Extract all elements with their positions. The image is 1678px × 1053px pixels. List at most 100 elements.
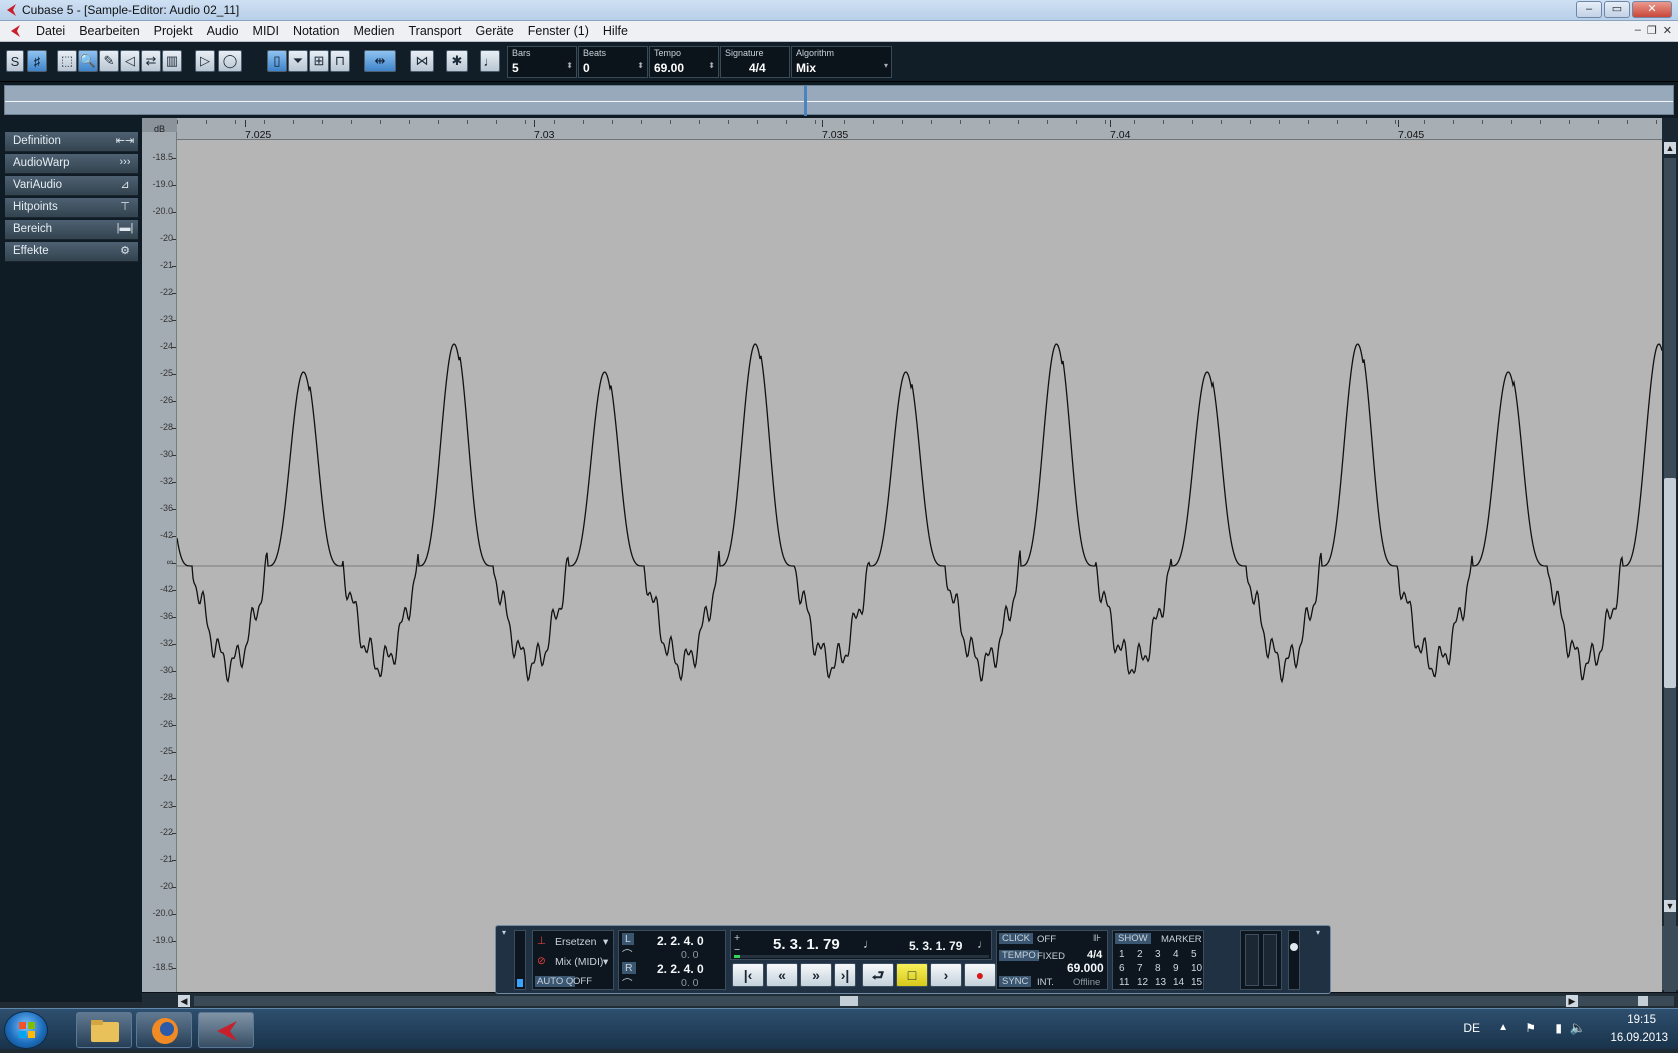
inspector-section-5[interactable]: Effekte ⚙ [5, 242, 138, 262]
record-button[interactable]: ● [964, 963, 996, 987]
marker-button[interactable]: 8 [1155, 963, 1161, 974]
marker-button[interactable]: 4 [1173, 949, 1179, 960]
close-button[interactable]: ✕ [1632, 1, 1672, 18]
beats-spinner-icon[interactable]: ⬍ [637, 61, 644, 70]
maximize-button[interactable]: ▭ [1604, 1, 1630, 18]
right-locator-icon[interactable]: R [622, 962, 636, 974]
right-locator-value[interactable]: 2. 2. 4. 0 [657, 962, 704, 976]
transport-collapse-right-icon[interactable]: ▾ [1316, 928, 1320, 937]
position-slider[interactable] [734, 955, 989, 958]
marker-button[interactable]: 9 [1173, 963, 1179, 974]
tempo-spinner-icon[interactable]: ⬍ [708, 61, 715, 70]
language-indicator[interactable]: DE [1463, 1021, 1480, 1035]
secondary-position-value[interactable]: 5. 3. 1. 79 [909, 939, 962, 953]
transport-signature[interactable]: 4/4 [1087, 949, 1102, 961]
network-icon[interactable]: ▮ [1555, 1021, 1562, 1035]
scroll-left-icon[interactable]: ◀ [178, 995, 190, 1007]
menu-item-6[interactable]: Medien [347, 24, 402, 38]
click-settings-icon[interactable]: ⊪ [1093, 933, 1101, 944]
marker-button[interactable]: 6 [1119, 963, 1125, 974]
tray-expand-icon[interactable]: ▲ [1498, 1022, 1508, 1033]
vertical-scrollbar[interactable]: ▲ ▼ [1662, 118, 1678, 1018]
overview-track[interactable] [4, 85, 1674, 116]
primary-position-value[interactable]: 5. 3. 1. 79 [773, 936, 840, 953]
marker-button[interactable]: 13 [1155, 977, 1166, 988]
algorithm-dropdown-icon[interactable]: ▾ [884, 61, 888, 70]
menu-item-5[interactable]: Notation [286, 24, 347, 38]
go-to-end-button[interactable]: ›| [834, 963, 856, 987]
go-to-start-button[interactable]: |‹ [732, 963, 764, 987]
sync-toggle[interactable]: SYNC [999, 976, 1032, 987]
auto-quantize-label[interactable]: AUTO Q [535, 976, 576, 987]
tempo-toggle[interactable]: TEMPO [999, 950, 1039, 961]
marker-button[interactable]: 5 [1191, 949, 1197, 960]
clock-time[interactable]: 19:15 [1627, 1014, 1656, 1026]
hscroll-track[interactable] [194, 996, 1604, 1006]
inspector-section-3[interactable]: Hitpoints ⊤ [5, 198, 138, 218]
inspector-section-2[interactable]: VariAudio ⊿ [5, 176, 138, 196]
mdi-close-button[interactable]: ✕ [1663, 24, 1672, 37]
play-button[interactable]: › [930, 963, 962, 987]
time-ruler[interactable]: 7.025 7.03 7.035 7.04 7.045 [142, 118, 1662, 141]
left-locator-value[interactable]: 2. 2. 4. 0 [657, 934, 704, 948]
punch-out-icon[interactable]: ⌒ [622, 976, 633, 991]
marker-button[interactable]: 14 [1173, 977, 1184, 988]
scrub-icon[interactable]: ⇄ [141, 50, 161, 72]
scroll-down-icon[interactable]: ▼ [1664, 900, 1676, 912]
marker-button[interactable]: 1 [1119, 949, 1125, 960]
hscroll-thumb[interactable] [840, 996, 858, 1006]
mdi-minimize-button[interactable]: – [1635, 24, 1641, 37]
play-icon[interactable]: ▷ [195, 50, 215, 72]
mdi-restore-button[interactable]: ❐ [1647, 24, 1657, 37]
menu-item-9[interactable]: Fenster (1) [521, 24, 596, 38]
loop-icon[interactable]: ◯ [218, 50, 242, 72]
waveform-display[interactable] [176, 140, 1663, 992]
output-volume-slider[interactable] [1288, 930, 1300, 990]
volume-icon[interactable]: 🔈 [1570, 1020, 1586, 1036]
beats-field[interactable]: Beats 0 ⬍ [578, 46, 648, 78]
bars-field[interactable]: Bars 5 ⬍ [507, 46, 577, 78]
horizontal-scrollbar[interactable]: ◀ ▶ [142, 992, 1678, 1008]
inspector-section-0[interactable]: Definition ⇤⇥ [5, 132, 138, 152]
time-warp-icon[interactable]: ▥ [162, 50, 182, 72]
cubase-taskbar-button[interactable] [198, 1012, 254, 1048]
record-mode-dropdown-icon[interactable]: ▾ [603, 936, 608, 948]
auto-scroll-icon[interactable]: ⇹ [364, 50, 396, 72]
explorer-taskbar-button[interactable] [76, 1012, 132, 1048]
start-button[interactable] [4, 1011, 48, 1049]
zero-crossing-icon[interactable]: ✱ [446, 50, 468, 72]
punch-in-icon[interactable]: ⌒ [622, 947, 633, 962]
menu-item-1[interactable]: Bearbeiten [72, 24, 146, 38]
tempo-field[interactable]: Tempo 69.00 ⬍ [649, 46, 719, 78]
cubase-menu-icon[interactable] [8, 24, 22, 38]
menu-item-0[interactable]: Datei [29, 24, 72, 38]
signature-field[interactable]: Signature 4/4 [720, 46, 790, 78]
marker-button[interactable]: 10 [1191, 963, 1202, 974]
secondary-time-format-icon[interactable]: ♩ [977, 937, 989, 951]
scroll-thumb[interactable] [1664, 478, 1676, 688]
snap-zero-icon[interactable]: ⊓ [330, 50, 350, 72]
primary-time-format-icon[interactable]: ♩ [863, 936, 876, 951]
menu-item-8[interactable]: Geräte [469, 24, 521, 38]
marker-button[interactable]: 7 [1137, 963, 1143, 974]
clock-date[interactable]: 16.09.2013 [1610, 1032, 1668, 1044]
stop-button[interactable]: □ [896, 963, 928, 987]
menu-item-7[interactable]: Transport [402, 24, 469, 38]
record-mode-value[interactable]: Ersetzen [555, 936, 596, 948]
zoom-icon[interactable]: 🔍 [78, 50, 98, 72]
left-locator-icon[interactable]: L [622, 933, 634, 945]
marker-button[interactable]: 11 [1119, 977, 1129, 988]
scroll-up-icon[interactable]: ▲ [1664, 142, 1676, 154]
transport-collapse-left-icon[interactable]: ▾ [502, 928, 506, 937]
nudge-plus-icon[interactable]: + [734, 932, 740, 944]
range-selection-icon[interactable]: ⬚ [57, 50, 77, 72]
transport-tempo[interactable]: 69.000 [1067, 961, 1104, 975]
menu-item-3[interactable]: Audio [200, 24, 246, 38]
hitpoint-filter-icon[interactable]: ⏷ [288, 50, 308, 72]
show-markers-button[interactable]: SHOW [1115, 933, 1151, 944]
scroll-right-icon[interactable]: ▶ [1566, 995, 1578, 1007]
listen-icon[interactable]: ♯ [27, 50, 47, 72]
menu-item-10[interactable]: Hilfe [596, 24, 635, 38]
pencil-icon[interactable]: ✎ [99, 50, 119, 72]
zoom-thumb[interactable] [1638, 996, 1648, 1006]
